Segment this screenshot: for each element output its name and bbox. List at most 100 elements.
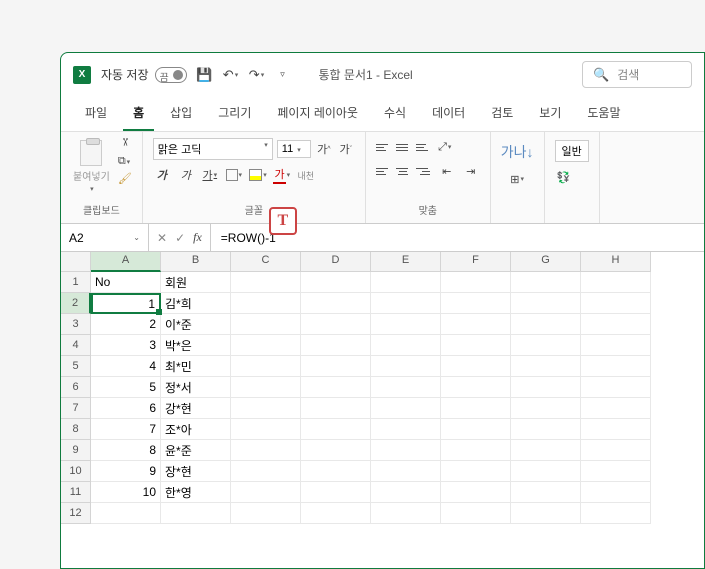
- cell-C6[interactable]: [231, 377, 301, 398]
- tab-삽입[interactable]: 삽입: [160, 96, 202, 131]
- cell-B4[interactable]: 박*은: [161, 335, 231, 356]
- cell-C10[interactable]: [231, 461, 301, 482]
- cell-E10[interactable]: [371, 461, 441, 482]
- cell-E11[interactable]: [371, 482, 441, 503]
- autosave-toggle[interactable]: 끔: [155, 67, 187, 83]
- cell-G5[interactable]: [511, 356, 581, 377]
- cell-D1[interactable]: [301, 272, 371, 293]
- cell-F10[interactable]: [441, 461, 511, 482]
- fill-color-button[interactable]: ▾: [249, 166, 267, 184]
- indent-increase-icon[interactable]: ⇥: [462, 162, 480, 180]
- cell-G1[interactable]: [511, 272, 581, 293]
- cell-F6[interactable]: [441, 377, 511, 398]
- cell-B3[interactable]: 이*준: [161, 314, 231, 335]
- cell-C9[interactable]: [231, 440, 301, 461]
- cell-E12[interactable]: [371, 503, 441, 524]
- cell-E6[interactable]: [371, 377, 441, 398]
- row-header-11[interactable]: 11: [61, 482, 91, 503]
- cell-B2[interactable]: 김*희: [161, 293, 231, 314]
- row-header-3[interactable]: 3: [61, 314, 91, 335]
- cell-G10[interactable]: [511, 461, 581, 482]
- cell-H6[interactable]: [581, 377, 651, 398]
- cell-H2[interactable]: [581, 293, 651, 314]
- cell-H5[interactable]: [581, 356, 651, 377]
- cell-C11[interactable]: [231, 482, 301, 503]
- tab-검토[interactable]: 검토: [481, 96, 523, 131]
- cell-E2[interactable]: [371, 293, 441, 314]
- cell-F7[interactable]: [441, 398, 511, 419]
- cell-F12[interactable]: [441, 503, 511, 524]
- col-header-H[interactable]: H: [581, 252, 651, 272]
- tab-데이터[interactable]: 데이터: [422, 96, 475, 131]
- cell-B8[interactable]: 조*아: [161, 419, 231, 440]
- tab-페이지 레이아웃[interactable]: 페이지 레이아웃: [267, 96, 368, 131]
- cell-B11[interactable]: 한*영: [161, 482, 231, 503]
- cell-B6[interactable]: 정*서: [161, 377, 231, 398]
- cell-D10[interactable]: [301, 461, 371, 482]
- cell-D12[interactable]: [301, 503, 371, 524]
- cell-F2[interactable]: [441, 293, 511, 314]
- cell-G6[interactable]: [511, 377, 581, 398]
- cell-F4[interactable]: [441, 335, 511, 356]
- enter-icon[interactable]: ✓: [175, 231, 185, 245]
- indent-decrease-icon[interactable]: ⇤: [438, 162, 456, 180]
- merge-icon[interactable]: ⊞▾: [508, 170, 526, 188]
- search-box[interactable]: 🔍 검색: [582, 61, 692, 88]
- worksheet-grid[interactable]: ABCDEFGH1No회원21김*희32이*준43박*은54최*민65정*서76…: [61, 252, 704, 524]
- cell-H7[interactable]: [581, 398, 651, 419]
- cell-H4[interactable]: [581, 335, 651, 356]
- font-color-button[interactable]: 가▾: [273, 166, 291, 184]
- cell-H11[interactable]: [581, 482, 651, 503]
- cell-D3[interactable]: [301, 314, 371, 335]
- copy-icon[interactable]: ⧉▾: [118, 155, 132, 168]
- paste-button[interactable]: 붙여넣기 ▾: [71, 138, 112, 195]
- cell-C2[interactable]: [231, 293, 301, 314]
- cell-A6[interactable]: 5: [91, 377, 161, 398]
- cell-C7[interactable]: [231, 398, 301, 419]
- tab-홈[interactable]: 홈: [123, 96, 154, 131]
- col-header-D[interactable]: D: [301, 252, 371, 272]
- cell-F9[interactable]: [441, 440, 511, 461]
- undo-icon[interactable]: ↶▾: [223, 67, 239, 83]
- save-icon[interactable]: 💾: [197, 67, 213, 83]
- row-header-2[interactable]: 2: [61, 293, 91, 314]
- increase-font-icon[interactable]: 가^: [315, 140, 333, 158]
- cell-D2[interactable]: [301, 293, 371, 314]
- cell-E9[interactable]: [371, 440, 441, 461]
- align-left-icon[interactable]: [376, 165, 390, 177]
- cell-F11[interactable]: [441, 482, 511, 503]
- decrease-font-icon[interactable]: 가ˇ: [337, 140, 355, 158]
- col-header-F[interactable]: F: [441, 252, 511, 272]
- align-center-icon[interactable]: [396, 165, 410, 177]
- tab-그리기[interactable]: 그리기: [208, 96, 261, 131]
- cell-A2[interactable]: 1: [91, 293, 161, 314]
- cell-H9[interactable]: [581, 440, 651, 461]
- name-box[interactable]: A2 ⌄: [61, 224, 149, 251]
- cell-B5[interactable]: 최*민: [161, 356, 231, 377]
- row-header-8[interactable]: 8: [61, 419, 91, 440]
- cell-C12[interactable]: [231, 503, 301, 524]
- cell-D4[interactable]: [301, 335, 371, 356]
- cell-B10[interactable]: 장*현: [161, 461, 231, 482]
- cell-D9[interactable]: [301, 440, 371, 461]
- align-bottom-icon[interactable]: [416, 141, 430, 153]
- font-name-select[interactable]: 맑은 고딕 ▾: [153, 138, 273, 160]
- cell-H3[interactable]: [581, 314, 651, 335]
- row-header-6[interactable]: 6: [61, 377, 91, 398]
- number-format-select[interactable]: 일반: [555, 140, 589, 162]
- format-painter-icon[interactable]: 🖌: [118, 172, 132, 185]
- row-header-12[interactable]: 12: [61, 503, 91, 524]
- cell-F8[interactable]: [441, 419, 511, 440]
- col-header-A[interactable]: A: [91, 252, 161, 272]
- cell-C8[interactable]: [231, 419, 301, 440]
- border-button[interactable]: ▾: [225, 166, 243, 184]
- orientation-icon[interactable]: ⤢▾: [436, 138, 454, 156]
- cell-A11[interactable]: 10: [91, 482, 161, 503]
- row-header-1[interactable]: 1: [61, 272, 91, 293]
- row-header-4[interactable]: 4: [61, 335, 91, 356]
- cell-E8[interactable]: [371, 419, 441, 440]
- cell-G3[interactable]: [511, 314, 581, 335]
- cell-H10[interactable]: [581, 461, 651, 482]
- cell-H1[interactable]: [581, 272, 651, 293]
- cell-E7[interactable]: [371, 398, 441, 419]
